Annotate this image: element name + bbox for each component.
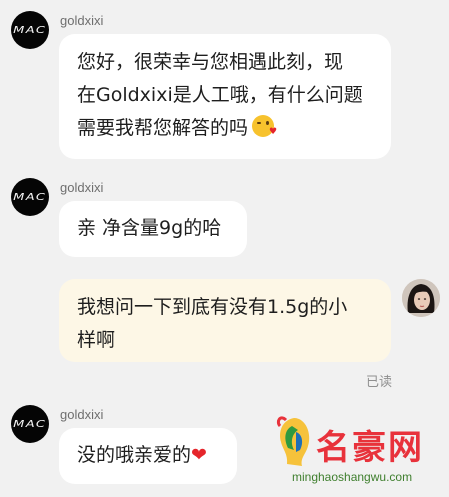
mac-logo: MAC	[13, 191, 47, 203]
sender-name: goldxixi	[60, 13, 104, 28]
message-line-text: 没的哦亲爱的	[77, 444, 192, 466]
user-portrait-icon	[402, 279, 440, 317]
watermark-head-icon	[276, 416, 310, 466]
kissing-wink-emoji-icon: ♥	[252, 115, 277, 137]
message-line: 亲 净含量9g的哈	[77, 217, 222, 239]
message-line: 我想问一下到底有没有1.5g的小	[77, 296, 348, 318]
watermark-url: minghaoshangwu.com	[292, 470, 413, 484]
message-line: 样啊	[77, 329, 116, 351]
sender-name: goldxixi	[60, 407, 104, 422]
message-bubble[interactable]: 没的哦亲爱的❤	[59, 428, 237, 484]
message-line: 在Goldxixi是人工哦，有什么问题	[77, 84, 363, 106]
sender-avatar[interactable]: MAC	[11, 178, 49, 216]
message-bubble[interactable]: 您好，很荣幸与您相遇此刻，现 在Goldxixi是人工哦，有什么问题 需要我帮您…	[59, 34, 391, 159]
read-status: 已读	[366, 375, 393, 390]
watermark-brand: 名豪网	[316, 428, 424, 468]
message-line-text: 需要我帮您解答的吗	[77, 117, 249, 139]
sender-avatar[interactable]: MAC	[11, 405, 49, 443]
sender-name: goldxixi	[60, 180, 104, 195]
heart-emoji-icon: ❤	[191, 444, 207, 466]
user-avatar[interactable]	[402, 279, 440, 317]
message-line: 您好，很荣幸与您相遇此刻，现	[77, 51, 344, 73]
mac-logo: MAC	[13, 418, 47, 430]
message-line: 需要我帮您解答的吗 ♥	[77, 112, 373, 145]
watermark-logo: 名豪网 minghaoshangwu.com	[272, 412, 449, 497]
message-bubble[interactable]: 亲 净含量9g的哈	[59, 201, 247, 257]
outgoing-message-bubble[interactable]: 我想问一下到底有没有1.5g的小 样啊	[59, 279, 391, 362]
mac-logo: MAC	[13, 24, 47, 36]
sender-avatar[interactable]: MAC	[11, 11, 49, 49]
message-line: 没的哦亲爱的❤	[77, 439, 219, 472]
